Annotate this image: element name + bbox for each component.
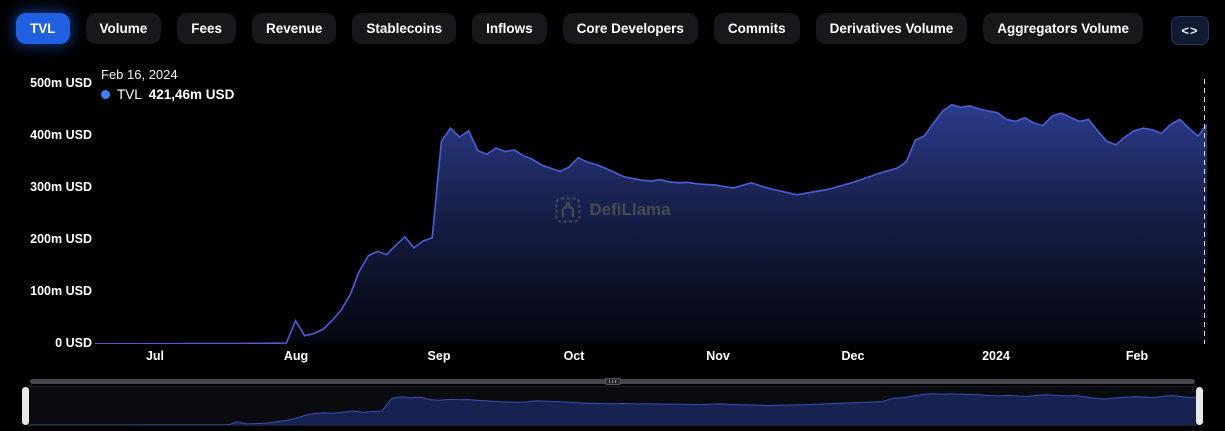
code-brackets-icon: <> [1181, 23, 1199, 38]
x-tick-aug: Aug [283, 349, 309, 363]
tab-revenue[interactable]: Revenue [252, 13, 337, 44]
series-dot-icon [101, 90, 110, 99]
chart-tooltip: Feb 16, 2024 TVL 421,46m USD [101, 67, 234, 102]
tab-commits[interactable]: Commits [713, 13, 800, 44]
defillama-chart-panel: { "tabs": [ {"label": "TVL", "active": t… [0, 0, 1225, 431]
x-tick-feb: Feb [1125, 349, 1149, 363]
y-tick-400m: 400m USD [30, 128, 92, 142]
y-tick-300m: 300m USD [30, 180, 92, 194]
tab-stablecoins[interactable]: Stablecoins [352, 13, 457, 44]
y-tick-0: 0 USD [55, 336, 92, 350]
tab-bar: TVL Volume Fees Revenue Stablecoins Inflows Co… [16, 13, 1144, 44]
y-axis: 500m USD 400m USD 300m USD 200m USD 100m… [0, 0, 92, 431]
y-tick-500m: 500m USD [30, 76, 92, 90]
x-tick-oct: Oct [563, 349, 585, 363]
tooltip-series-row: TVL 421,46m USD [101, 87, 234, 102]
area-fill [95, 104, 1207, 344]
tab-core-developers[interactable]: Core Developers [562, 13, 698, 44]
x-tick-jul: Jul [145, 349, 165, 363]
x-tick-sep: Sep [427, 349, 451, 363]
tab-fees[interactable]: Fees [177, 13, 237, 44]
embed-code-button[interactable]: <> [1171, 16, 1209, 45]
tab-derivatives-volume[interactable]: Derivatives Volume [815, 13, 968, 44]
brush-area-fill [25, 393, 1200, 425]
tooltip-date: Feb 16, 2024 [101, 67, 178, 82]
brush-handle-right[interactable] [1196, 387, 1203, 425]
tooltip-value: 421,46m USD [148, 87, 235, 102]
x-tick-2024: 2024 [982, 349, 1010, 363]
tab-volume[interactable]: Volume [85, 13, 162, 44]
y-tick-200m: 200m USD [30, 232, 92, 246]
brush-mini-chart [25, 393, 1200, 425]
x-tick-nov: Nov [706, 349, 730, 363]
brush-handle-left[interactable] [22, 387, 29, 425]
timeline-scrollbar-grip[interactable] [604, 378, 621, 385]
tooltip-series-label: TVL [117, 87, 142, 102]
tab-aggregators-volume[interactable]: Aggregators Volume [983, 13, 1144, 44]
y-tick-100m: 100m USD [30, 284, 92, 298]
tab-inflows[interactable]: Inflows [472, 13, 547, 44]
x-tick-dec: Dec [841, 349, 865, 363]
range-brush[interactable] [24, 386, 1201, 426]
tvl-area-chart[interactable] [95, 75, 1207, 344]
